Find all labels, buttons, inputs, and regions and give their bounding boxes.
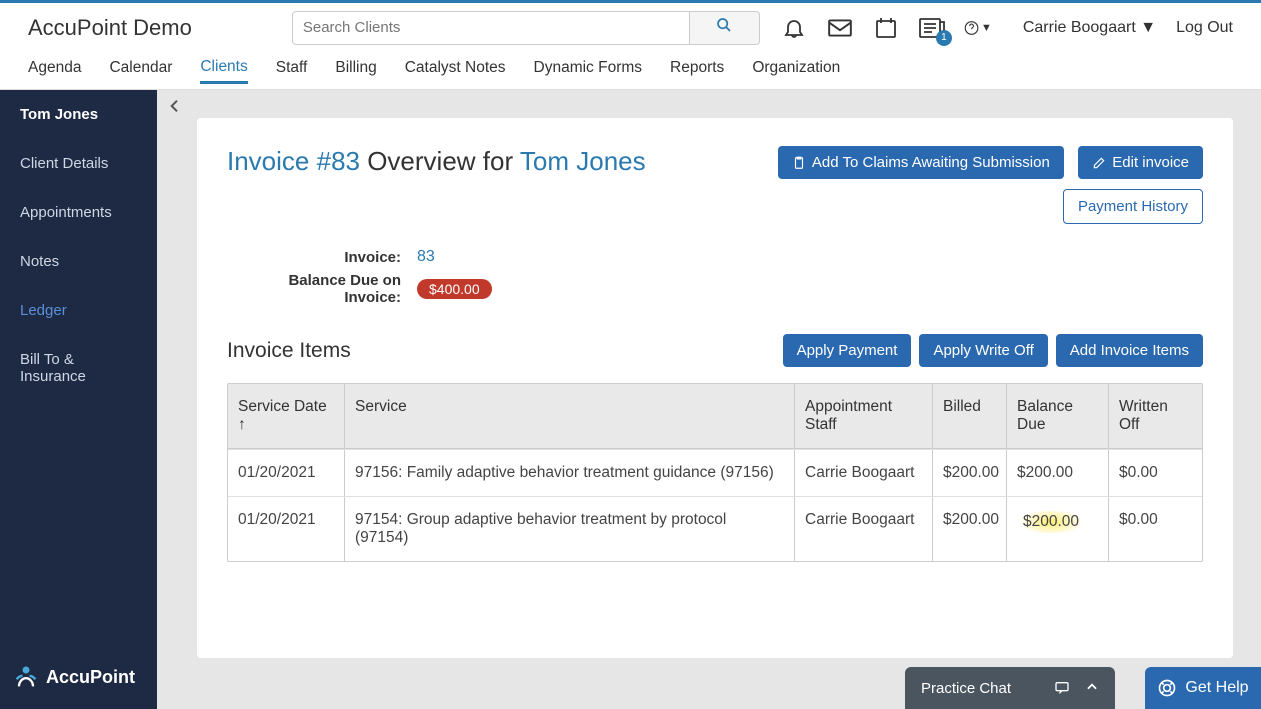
sidebar-item-appointments[interactable]: Appointments [0,188,157,237]
back-arrow[interactable] [167,98,183,119]
news-badge: 1 [936,30,952,46]
search-button[interactable] [690,11,760,45]
nav-catalyst[interactable]: Catalyst Notes [405,59,506,83]
client-link[interactable]: Tom Jones [520,146,646,176]
balance-due-value: $400.00 [417,279,492,299]
col-staff[interactable]: Appointment Staff [794,384,932,448]
user-menu[interactable]: Carrie Boogaart ▼ [1023,19,1156,37]
sidebar-item-notes[interactable]: Notes [0,237,157,286]
sort-asc-icon: ↑ [238,416,246,433]
news-icon[interactable]: 1 [918,14,946,42]
sidebar-item-ledger[interactable]: Ledger [0,286,157,335]
invoice-items-title: Invoice Items [227,339,351,363]
col-balance[interactable]: Balance Due [1006,384,1108,448]
sidebar-client-name[interactable]: Tom Jones [0,90,157,139]
edit-invoice-button[interactable]: Edit invoice [1078,146,1203,179]
table-row[interactable]: 01/20/2021 97154: Group adaptive behavio… [228,496,1202,561]
search-wrap [292,11,760,45]
apply-payment-button[interactable]: Apply Payment [783,334,912,367]
sidebar: Tom Jones Client Details Appointments No… [0,90,157,709]
notifications-icon[interactable] [780,14,808,42]
calendar-icon[interactable] [872,14,900,42]
sidebar-item-details[interactable]: Client Details [0,139,157,188]
accupoint-logo-icon [12,663,40,691]
practice-chat-widget[interactable]: Practice Chat [905,667,1115,709]
nav-org[interactable]: Organization [752,59,840,83]
nav-billing[interactable]: Billing [335,59,376,83]
invoice-items-table: Service Date ↑ Service Appointment Staff… [227,383,1203,562]
search-input[interactable] [292,11,690,45]
nav-forms[interactable]: Dynamic Forms [534,59,643,83]
col-written[interactable]: Written Off [1108,384,1202,448]
top-icons: 1 ▼ [780,14,992,42]
add-invoice-items-button[interactable]: Add Invoice Items [1056,334,1203,367]
arrow-left-icon [167,98,183,114]
cursor-highlight: $200.00 [1017,511,1085,533]
apply-writeoff-button[interactable]: Apply Write Off [919,334,1047,367]
page-title: Invoice #83 Overview for Tom Jones [227,146,646,177]
invoice-number-label: Invoice: [237,249,417,266]
help-icon[interactable]: ▼ [964,14,992,42]
clipboard-icon [792,156,806,170]
table-header: Service Date ↑ Service Appointment Staff… [228,384,1202,449]
mail-icon[interactable] [826,14,854,42]
table-row[interactable]: 01/20/2021 97156: Family adaptive behavi… [228,449,1202,496]
edit-icon [1092,156,1106,170]
brand-title: AccuPoint Demo [28,15,192,41]
sidebar-logo: AccuPoint [12,663,135,691]
invoice-number-value[interactable]: 83 [417,248,435,266]
sidebar-item-billto[interactable]: Bill To & Insurance [0,335,157,401]
balance-due-label: Balance Due on Invoice: [237,272,417,306]
search-icon [716,17,732,33]
nav-clients[interactable]: Clients [200,58,247,84]
lifebuoy-icon [1157,678,1177,698]
chat-bubble-icon [1053,680,1071,696]
nav-calendar[interactable]: Calendar [109,59,172,83]
nav-staff[interactable]: Staff [276,59,308,83]
payment-history-button[interactable]: Payment History [1063,189,1203,224]
invoice-card: Invoice #83 Overview for Tom Jones Add T… [197,118,1233,658]
user-area: Carrie Boogaart ▼ Log Out [1023,19,1233,37]
invoice-summary: Invoice: 83 Balance Due on Invoice: $400… [237,248,1203,306]
get-help-button[interactable]: Get Help [1145,667,1261,709]
nav-agenda[interactable]: Agenda [28,59,81,83]
content-area: Invoice #83 Overview for Tom Jones Add T… [157,90,1261,709]
chevron-up-icon [1085,680,1099,694]
top-bar: AccuPoint Demo 1 ▼ Carrie Boogaart ▼ Log… [0,0,1261,52]
main-nav: Agenda Calendar Clients Staff Billing Ca… [0,52,1261,90]
col-service[interactable]: Service [344,384,794,448]
invoice-link[interactable]: Invoice #83 [227,146,360,176]
nav-reports[interactable]: Reports [670,59,724,83]
logout-link[interactable]: Log Out [1176,19,1233,37]
col-service-date[interactable]: Service Date ↑ [228,384,344,448]
col-billed[interactable]: Billed [932,384,1006,448]
add-to-claims-button[interactable]: Add To Claims Awaiting Submission [778,146,1064,179]
